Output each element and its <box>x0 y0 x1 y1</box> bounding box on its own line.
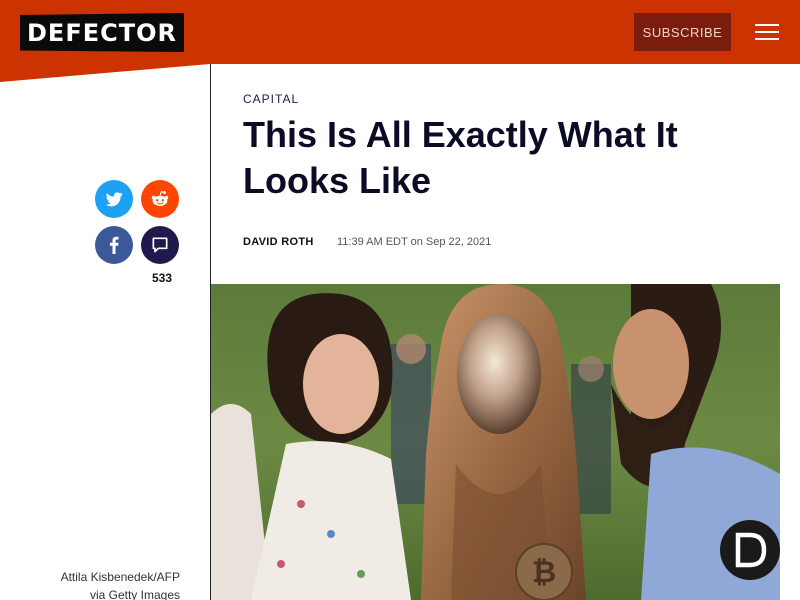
share-twitter-button[interactable] <box>95 180 133 218</box>
caption-line-2: via Getty Images <box>89 588 180 600</box>
caption-line-1: Attila Kisbenedek/AFP <box>60 570 180 584</box>
publish-timestamp: 11:39 AM EDT on Sep 22, 2021 <box>337 236 492 248</box>
featured-image: ₿ <box>211 284 780 600</box>
defector-d-icon <box>735 532 767 568</box>
comment-count: 533 <box>151 271 172 285</box>
svg-text:₿: ₿ <box>532 555 556 590</box>
article-title: This Is All Exactly What It Looks Like <box>243 114 678 201</box>
share-facebook-button[interactable] <box>95 226 133 264</box>
share-reddit-button[interactable] <box>141 180 179 218</box>
comments-button[interactable] <box>141 226 179 264</box>
logo-text: DEFECTOR <box>27 18 177 47</box>
author-link[interactable]: DAVID ROTH <box>243 236 314 248</box>
facebook-icon <box>109 236 119 254</box>
subscribe-button[interactable]: SUBSCRIBE <box>634 13 731 51</box>
hamburger-menu-icon[interactable] <box>755 24 781 40</box>
reddit-icon <box>151 190 169 206</box>
comment-icon <box>152 237 168 253</box>
header-tab-shape <box>0 64 210 82</box>
defector-d-badge-button[interactable] <box>720 520 780 580</box>
site-logo[interactable]: DEFECTOR <box>20 13 184 52</box>
twitter-icon <box>105 192 123 207</box>
image-caption: Attila Kisbenedek/AFP via Getty Images <box>30 568 180 600</box>
article-category-link[interactable]: CAPITAL <box>243 92 299 106</box>
